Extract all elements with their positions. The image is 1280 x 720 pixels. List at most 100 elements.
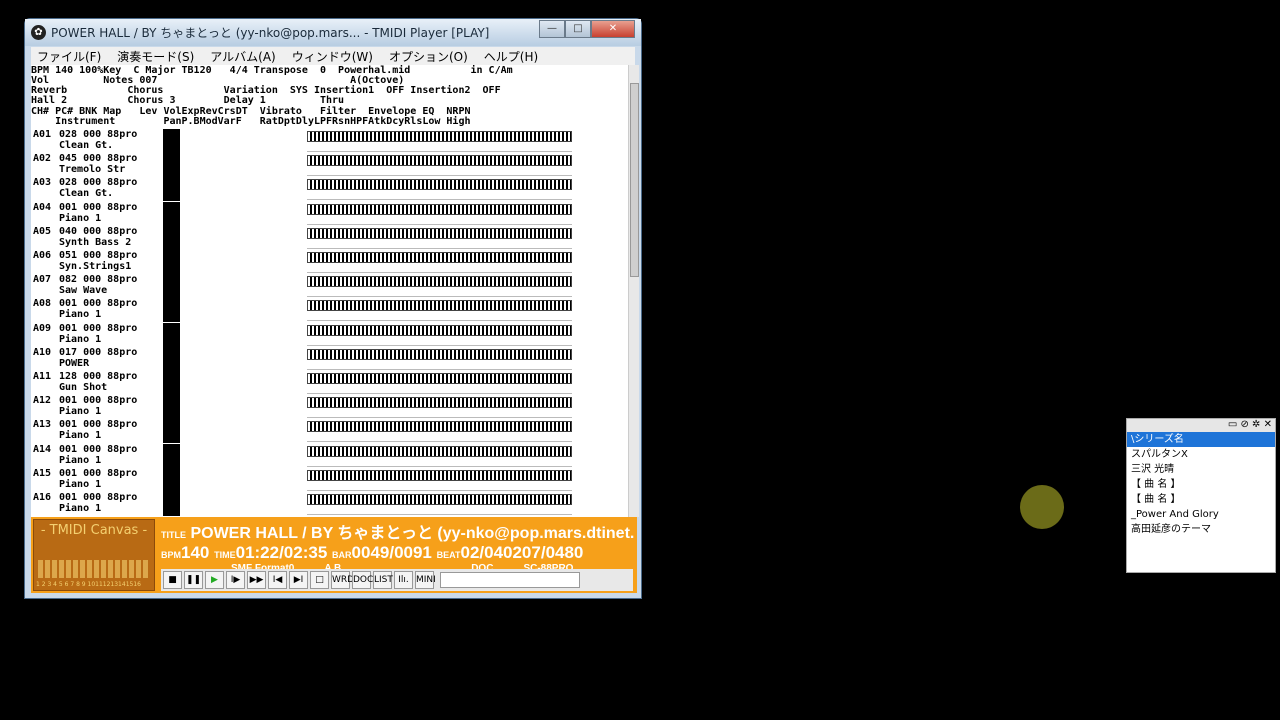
list-button[interactable]: LIST <box>373 571 393 589</box>
channel-row[interactable]: A13 001 000 88pro Piano 1 <box>31 419 628 444</box>
vertical-scrollbar[interactable] <box>628 65 639 517</box>
channel-number: A04 <box>33 201 52 213</box>
bar-key: BAR <box>332 550 352 560</box>
program-info: 001 000 88pro <box>59 467 138 479</box>
keyboard-lower <box>307 336 572 346</box>
channel-row[interactable]: A02 045 000 88pro Tremolo Str <box>31 153 628 178</box>
controller-meters <box>191 226 309 250</box>
channel-row[interactable]: A07 082 000 88pro Saw Wave <box>31 274 628 299</box>
keyboard-lower <box>307 506 572 515</box>
playlist-item[interactable]: 高田延彦のテーマ <box>1127 522 1275 537</box>
delete-icon[interactable]: ⊘ <box>1240 419 1248 430</box>
channel-row[interactable]: A03 028 000 88pro Clean Gt. <box>31 177 628 202</box>
keyboard-lower <box>307 167 572 177</box>
title-bar[interactable]: ✿ POWER HALL / BY ちゃまとっと (yy-nko@pop.mar… <box>25 19 641 46</box>
fast-forward-button[interactable]: ▶▶ <box>247 571 266 589</box>
menu-play-mode[interactable]: 演奏モード(S) <box>117 48 194 65</box>
mini-button[interactable]: MINI <box>415 571 436 589</box>
level-meter <box>163 250 180 274</box>
keyboard-upper <box>307 227 572 239</box>
level-meter <box>163 395 180 420</box>
stop-button[interactable]: ■ <box>163 571 182 589</box>
time-key: TIME <box>214 550 236 560</box>
channel-row[interactable]: A14 001 000 88pro Piano 1 <box>31 443 628 468</box>
seek-bar[interactable] <box>440 572 580 588</box>
instrument-name: Syn.Strings1 <box>59 261 132 272</box>
menu-file[interactable]: ファイル(F) <box>37 48 101 65</box>
step-button[interactable]: I▶ <box>226 571 245 589</box>
keyboard-upper <box>307 445 572 457</box>
channel-number: A13 <box>33 419 52 431</box>
close-icon[interactable]: ✕ <box>1264 419 1272 430</box>
playlist-item[interactable]: _Power And Glory <box>1127 507 1275 522</box>
next-button[interactable]: ▶I <box>289 571 308 589</box>
level-meter <box>163 129 180 153</box>
level-meter <box>163 492 180 516</box>
channel-number: A02 <box>33 153 52 165</box>
gear-icon[interactable]: ✲ <box>1252 419 1260 430</box>
channel-row[interactable]: A15 001 000 88pro Piano 1 <box>31 467 628 492</box>
playlist-item-selected[interactable]: \シリーズ名 <box>1127 432 1275 447</box>
channel-row[interactable]: A05 040 000 88pro Synth Bass 2 <box>31 225 628 250</box>
status-panel: - TMIDI Canvas - 1 2 3 4 5 6 7 8 9 10111… <box>31 517 637 593</box>
program-info: 001 000 88pro <box>59 443 138 455</box>
maximize-button[interactable]: □ <box>565 20 591 38</box>
playlist-item[interactable]: 【 曲 名 】 <box>1127 492 1275 507</box>
playlist-item[interactable]: スパルタンX <box>1127 447 1275 462</box>
canvas-label: - TMIDI Canvas - <box>40 523 148 538</box>
spectrum-button[interactable]: Ilı. <box>394 571 413 589</box>
keyboard-upper <box>307 131 572 142</box>
channel-row[interactable]: A12 001 000 88pro Piano 1 <box>31 395 628 420</box>
folder-icon[interactable]: ▭ <box>1228 419 1237 430</box>
window-button[interactable]: □ <box>310 571 329 589</box>
title-key: TITLE <box>161 530 186 540</box>
controller-meters <box>191 444 309 468</box>
keyboard-lower <box>307 239 572 249</box>
channel-row[interactable]: A01 028 000 88pro Clean Gt. <box>31 129 628 153</box>
play-button[interactable]: ▶ <box>205 571 224 589</box>
channel-number: A01 <box>33 129 52 140</box>
beat-key: BEAT <box>436 550 461 560</box>
menu-help[interactable]: ヘルプ(H) <box>484 48 538 65</box>
channel-row[interactable]: A08 001 000 88pro Piano 1 <box>31 298 628 323</box>
keyboard-upper <box>307 252 572 263</box>
pause-button[interactable]: ❚❚ <box>184 571 203 589</box>
keyboard-lower <box>307 288 572 298</box>
tmidi-window: ✿ POWER HALL / BY ちゃまとっと (yy-nko@pop.mar… <box>24 18 642 599</box>
program-info: 028 000 88pro <box>59 177 138 189</box>
level-meter <box>163 201 180 226</box>
instrument-name: Piano 1 <box>59 454 102 466</box>
previous-button[interactable]: I◀ <box>268 571 287 589</box>
keyboard-lower <box>307 481 572 491</box>
keyboard-lower <box>307 360 572 370</box>
menu-window[interactable]: ウィンドウ(W) <box>292 48 373 65</box>
instrument-name: Piano 1 <box>59 478 102 490</box>
instrument-name: Clean Gt. <box>59 188 114 200</box>
wrd-button[interactable]: WRD <box>331 571 354 589</box>
menu-album[interactable]: アルバム(A) <box>210 48 275 65</box>
playlist-item[interactable]: 【 曲 名 】 <box>1127 477 1275 492</box>
controller-meters <box>191 129 309 153</box>
minimize-button[interactable]: — <box>539 20 565 38</box>
app-icon: ✿ <box>31 25 46 40</box>
keyboard-lower <box>307 457 572 467</box>
level-meter <box>163 346 180 371</box>
song-display: TITLE POWER HALL / BY ちゃまとっと (yy-nko@pop… <box>161 519 635 574</box>
level-meter <box>163 322 180 347</box>
channel-row[interactable]: A04 001 000 88pro Piano 1 <box>31 201 628 226</box>
instrument-name: Clean Gt. <box>59 140 114 151</box>
channel-row[interactable]: A09 001 000 88pro Piano 1 <box>31 322 628 347</box>
channel-number: A09 <box>33 322 52 334</box>
channel-row[interactable]: A16 001 000 88pro Piano 1 <box>31 492 628 516</box>
close-button[interactable]: ✕ <box>591 20 635 38</box>
instrument-name: POWER <box>59 357 90 369</box>
program-info: 017 000 88pro <box>59 346 138 358</box>
channel-row[interactable]: A10 017 000 88pro POWER <box>31 346 628 371</box>
playlist-item[interactable]: 三沢 光晴 <box>1127 462 1275 477</box>
doc-button[interactable]: DOC <box>352 571 373 589</box>
level-meter <box>163 298 180 323</box>
scroll-thumb[interactable] <box>630 83 639 277</box>
channel-row[interactable]: A11 128 000 88pro Gun Shot <box>31 371 628 395</box>
menu-option[interactable]: オプション(O) <box>389 48 468 65</box>
channel-row[interactable]: A06 051 000 88pro Syn.Strings1 <box>31 250 628 274</box>
